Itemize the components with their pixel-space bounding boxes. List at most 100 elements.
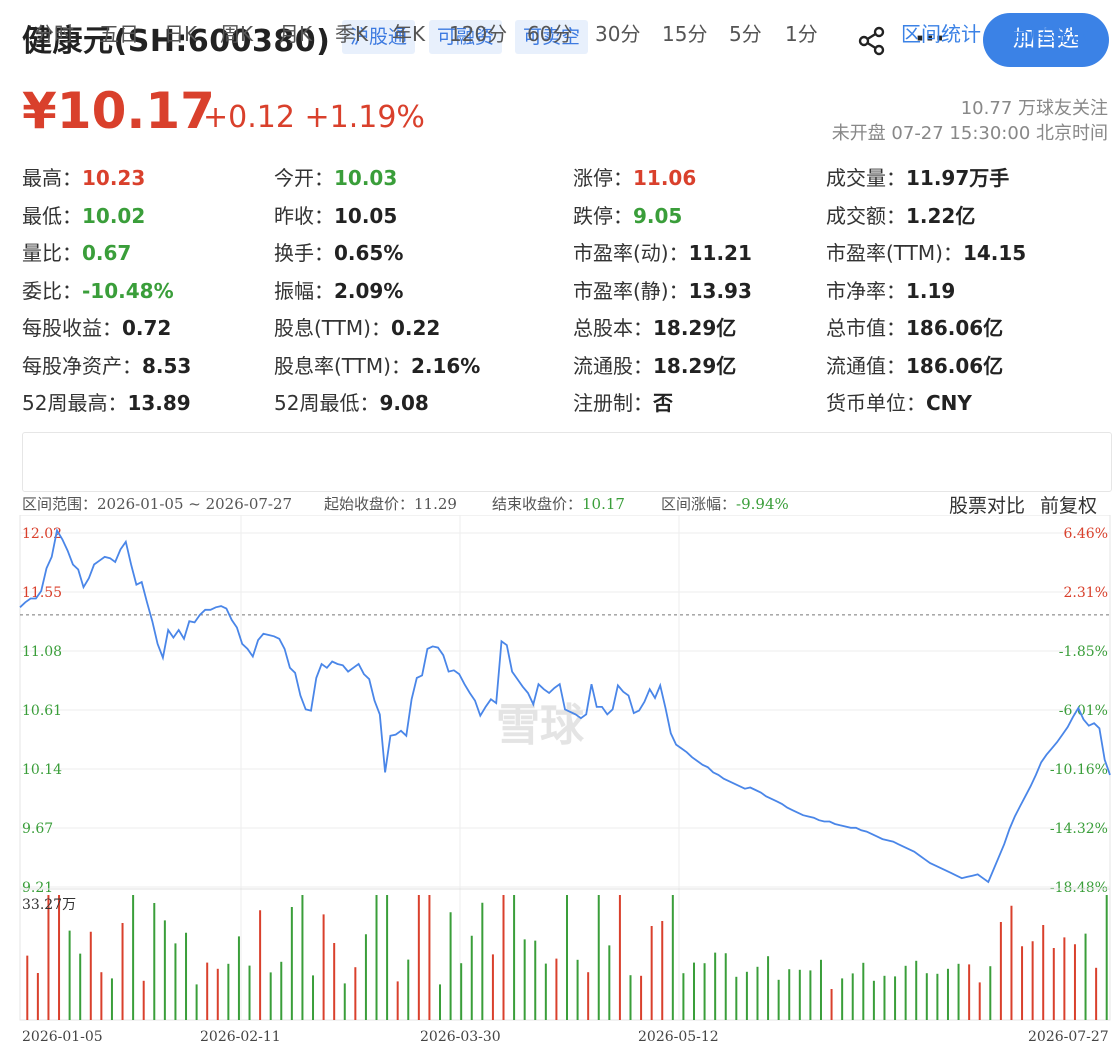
compare-stock-button[interactable]: 股票对比 <box>949 491 1025 518</box>
stat-label: 委比： <box>22 278 82 303</box>
pct-tick-label: 2.31% <box>1064 585 1108 601</box>
range-end: 结束收盘价：10.17 <box>492 493 625 514</box>
stat-value: -10.48% <box>82 278 174 303</box>
range-dates: 区间范围：2026-01-05 ~ 2026-07-27 <box>22 495 293 513</box>
stat-label: 总股本： <box>573 316 653 340</box>
period-tabs-bar <box>22 432 1112 492</box>
stat-label: 市盈率(动)： <box>573 241 689 265</box>
stat-item: 昨收：10.05 <box>274 200 397 229</box>
chart-frame <box>19 515 1111 1021</box>
period-tab[interactable]: 五日 <box>99 18 139 47</box>
period-tab[interactable]: 120分 <box>449 18 507 47</box>
pct-tick-label: -6.01% <box>1059 703 1108 719</box>
period-tab[interactable]: 日K <box>164 18 197 47</box>
pct-tick-label: 6.46% <box>1064 526 1108 542</box>
adjust-mode-button[interactable]: 前复权 <box>1040 491 1097 518</box>
stat-label: 52周最高： <box>22 391 128 415</box>
range-change-value: -9.94% <box>736 495 789 513</box>
stat-item: 涨停：11.06 <box>573 162 696 191</box>
stat-value: 10.23 <box>82 166 146 190</box>
stat-value: 18.29亿 <box>653 316 737 340</box>
stat-value: 1.22亿 <box>906 203 976 228</box>
stat-label: 52周最低： <box>274 391 380 415</box>
stat-value: 10.03 <box>334 166 398 190</box>
y-tick-label: 10.61 <box>22 703 62 719</box>
stat-label: 成交额： <box>826 203 906 228</box>
pct-tick-label: -18.48% <box>1050 880 1108 896</box>
stat-value: 0.65% <box>334 241 404 265</box>
stat-value: 1.19 <box>906 278 956 303</box>
range-end-label: 结束收盘价： <box>492 495 583 513</box>
stat-item: 振幅：2.09% <box>274 275 403 304</box>
range-stats-link[interactable]: 区间统计 <box>901 18 981 47</box>
share-icon[interactable] <box>857 26 887 60</box>
stat-label: 货币单位： <box>826 391 926 415</box>
stat-item: 市盈率(静)：13.93 <box>573 275 752 304</box>
x-tick-label: 2026-07-27 <box>1028 1029 1109 1045</box>
stat-item: 股息(TTM)：0.22 <box>274 312 440 341</box>
period-tab[interactable]: 1分 <box>785 18 818 47</box>
stat-item: 流通股：18.29亿 <box>573 350 736 379</box>
period-tab[interactable]: 15分 <box>662 18 707 47</box>
stat-item: 今开：10.03 <box>274 162 397 191</box>
stat-item: 成交量：11.97万手 <box>826 162 1009 191</box>
stat-item: 注册制：否 <box>573 387 673 416</box>
y-tick-label: 10.14 <box>22 762 62 778</box>
range-start-label: 起始收盘价： <box>324 495 415 513</box>
stat-label: 股息(TTM)： <box>274 316 391 340</box>
stat-item: 每股净资产：8.53 <box>22 350 191 379</box>
stat-label: 量比： <box>22 241 82 265</box>
stat-value: 2.16% <box>410 353 481 378</box>
y-tick-label: 11.08 <box>22 644 62 660</box>
stat-item: 量比：0.67 <box>22 237 131 266</box>
stat-value: 9.05 <box>633 203 683 228</box>
stat-label: 最高： <box>22 166 82 190</box>
period-tab[interactable]: 月K <box>279 18 312 47</box>
stat-label: 股息率(TTM)： <box>274 353 411 378</box>
stat-item: 跌停：9.05 <box>573 200 682 229</box>
stat-item: 市盈率(TTM)：14.15 <box>826 237 1026 266</box>
stat-value: CNY <box>926 391 972 415</box>
stat-label: 每股收益： <box>22 316 122 340</box>
change-pct: +1.19% <box>304 100 425 135</box>
stat-label: 跌停： <box>573 203 633 228</box>
x-tick-label: 2026-01-05 <box>22 1029 103 1045</box>
y-tick-label: 9.21 <box>22 880 53 896</box>
stat-label: 流通值： <box>826 353 906 378</box>
stat-item: 委比：-10.48% <box>22 275 174 304</box>
stat-item: 市盈率(动)：11.21 <box>573 237 752 266</box>
period-tab[interactable]: 30分 <box>595 18 640 47</box>
stat-value: 18.29亿 <box>653 353 737 378</box>
stat-item: 总市值：186.06亿 <box>826 312 1003 341</box>
price-line[interactable] <box>19 528 1111 884</box>
watermark-logo: 雪球 <box>496 700 585 751</box>
range-change-label: 区间涨幅： <box>661 495 737 513</box>
stat-value: 0.67 <box>82 241 132 265</box>
fullscreen-link[interactable]: 全屏显示 <box>1009 18 1089 47</box>
current-price: ¥10.17 <box>22 82 215 140</box>
pct-tick-label: -1.85% <box>1059 644 1108 660</box>
stat-item: 每股收益：0.72 <box>22 312 171 341</box>
period-tab[interactable]: 年K <box>392 18 425 47</box>
stat-item: 成交额：1.22亿 <box>826 200 975 229</box>
period-tab[interactable]: 5分 <box>729 18 762 47</box>
stat-value: 186.06亿 <box>906 353 1004 378</box>
stat-label: 成交量： <box>826 166 906 190</box>
stat-value: 13.93 <box>688 278 752 303</box>
stat-label: 最低： <box>22 203 82 228</box>
stat-value: 10.05 <box>334 203 398 228</box>
x-tick-label: 2026-02-11 <box>200 1029 281 1045</box>
stat-label: 市盈率(静)： <box>573 278 689 303</box>
period-tab[interactable]: 60分 <box>527 18 572 47</box>
stat-label: 每股净资产： <box>22 353 142 378</box>
period-tab[interactable]: 分时 <box>34 18 74 47</box>
stat-value: 11.06 <box>633 166 697 190</box>
price-chart[interactable]: 12.02 6.46%11.55 2.31%11.08 -1.85%10.61 -6.0… <box>0 515 1120 1056</box>
stat-label: 流通股： <box>573 353 653 378</box>
stat-item: 最高：10.23 <box>22 162 145 191</box>
market-status: 未开盘 07-27 15:30:00 北京时间 <box>831 123 1108 144</box>
period-tab[interactable]: 周K <box>220 18 253 47</box>
stat-value: 13.89 <box>127 391 191 415</box>
period-tab[interactable]: 季K <box>335 18 368 47</box>
x-tick-label: 2026-05-12 <box>638 1029 719 1045</box>
